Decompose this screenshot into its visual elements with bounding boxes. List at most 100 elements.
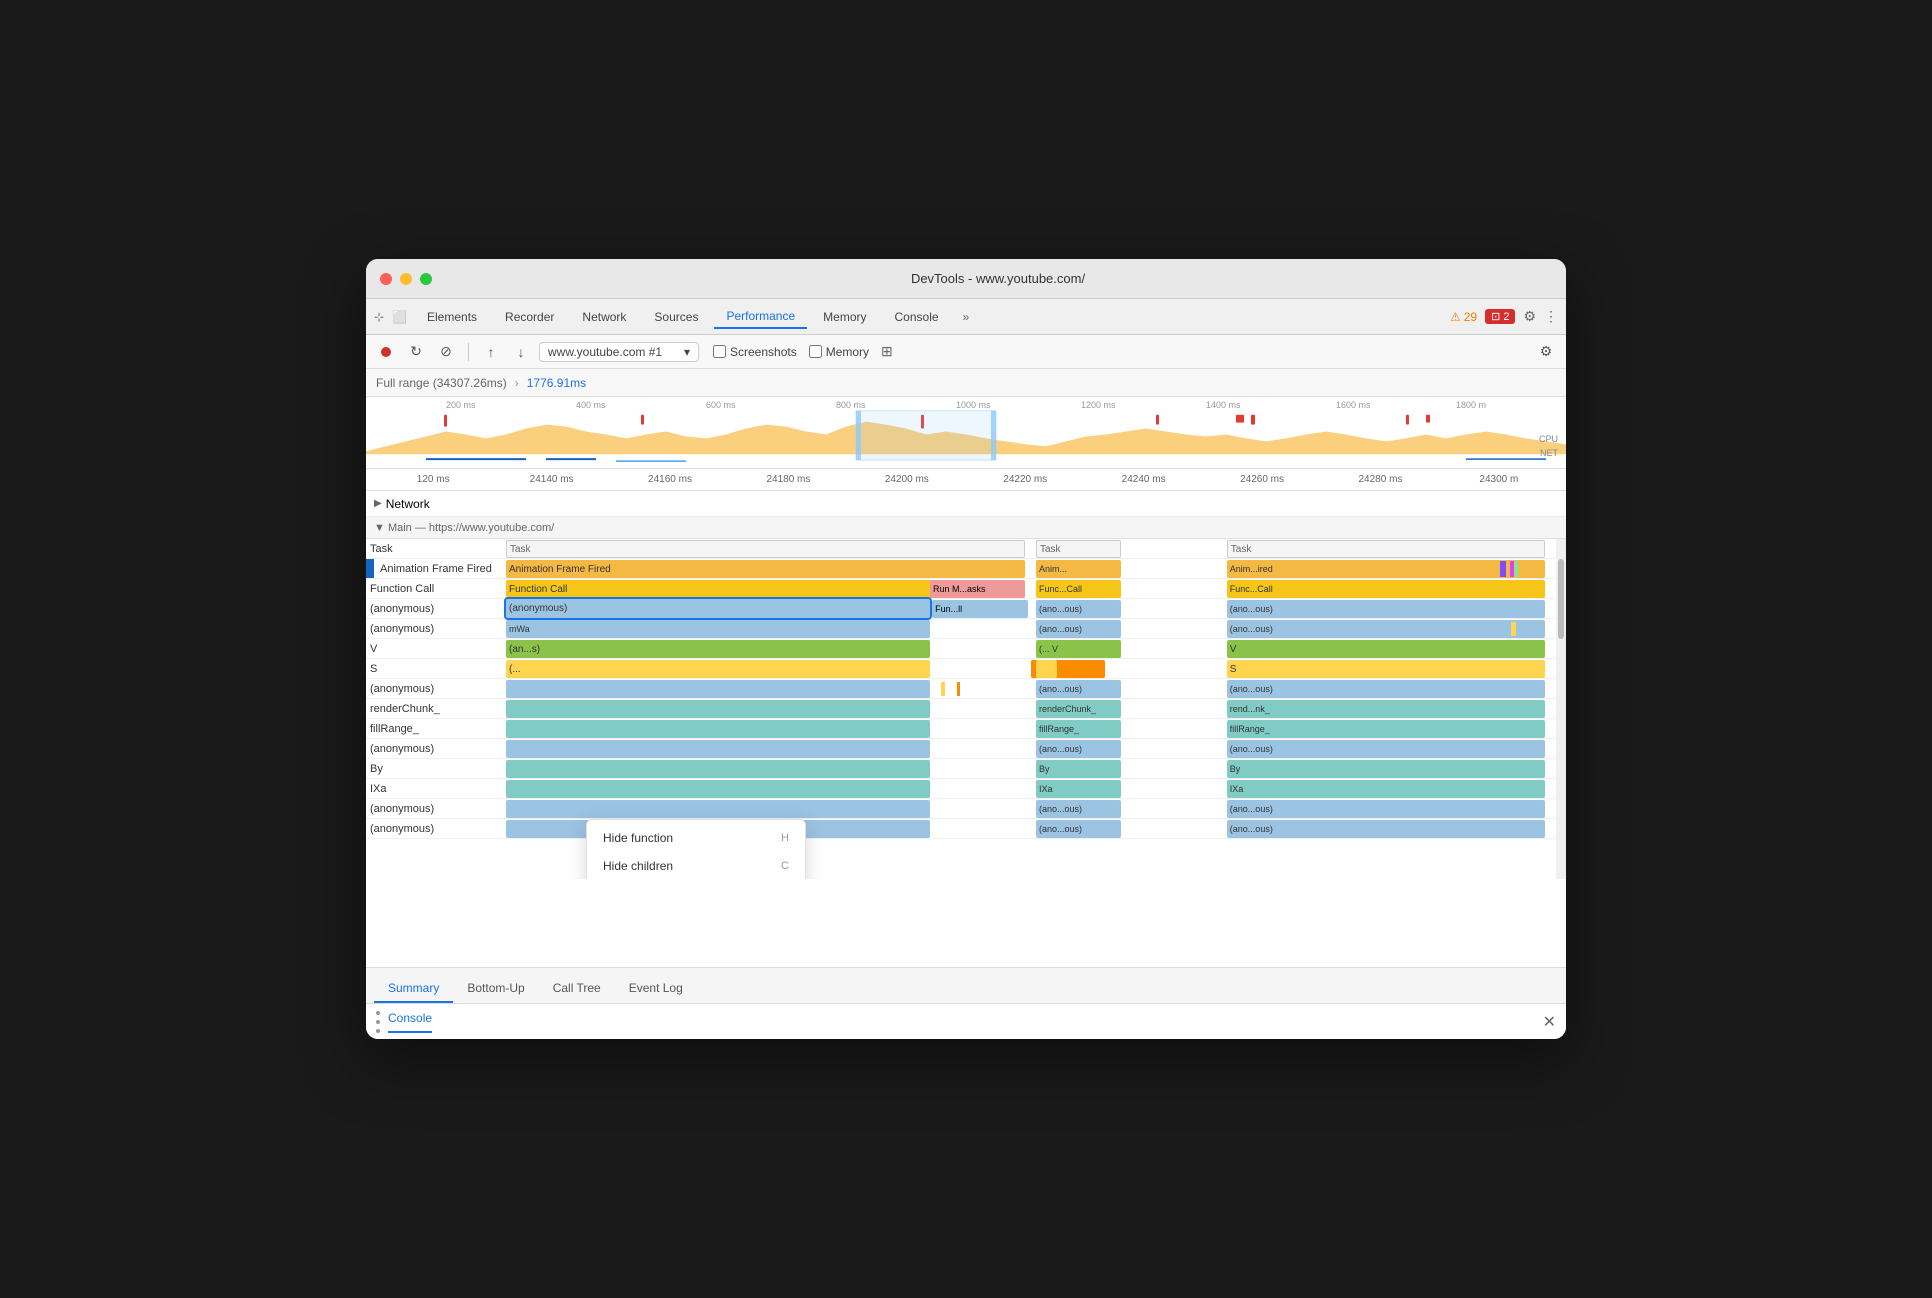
hide-children-label: Hide children — [603, 859, 673, 873]
error-count: 2 — [1503, 311, 1509, 323]
error-icon: ⊡ — [1491, 310, 1500, 323]
chevron-down-icon: ▾ — [684, 345, 690, 359]
ts-6: 24240 ms — [1084, 474, 1202, 485]
clear-button[interactable]: ⊘ — [434, 340, 458, 364]
url-selector[interactable]: www.youtube.com #1 ▾ — [539, 342, 699, 362]
flame-row-ixa[interactable]: IXa IXa IXa — [366, 779, 1566, 799]
more-tabs[interactable]: » — [955, 306, 978, 328]
tab-memory[interactable]: Memory — [811, 306, 878, 328]
capture-settings-icon[interactable]: ⊞ — [881, 343, 893, 360]
tab-network[interactable]: Network — [570, 306, 638, 328]
devtools-settings-icon[interactable]: ⚙ — [1534, 340, 1558, 364]
tab-console[interactable]: Console — [883, 306, 951, 328]
flame-main-label: ▼ Main — https://www.youtube.com/ — [374, 522, 554, 534]
selected-range-label: 1776.91ms — [527, 376, 586, 390]
memory-checkbox-label[interactable]: Memory — [809, 345, 869, 359]
network-label: Network — [386, 497, 430, 511]
tab-event-log[interactable]: Event Log — [615, 975, 697, 1003]
console-title[interactable]: Console — [388, 1011, 432, 1033]
warnings-area: ⚠ 29 ⊡ 2 ⚙ ⋮ — [1450, 308, 1558, 325]
drag-handle[interactable] — [376, 1010, 380, 1034]
flame-row-task[interactable]: Task Task Task Task — [366, 539, 1566, 559]
title-bar: DevTools - www.youtube.com/ — [366, 259, 1566, 299]
render-bars: renderChunk_ rend...nk_ — [506, 699, 1566, 718]
tab-performance[interactable]: Performance — [714, 305, 807, 329]
fill-bars: fillRange_ fillRange_ — [506, 719, 1566, 738]
maximize-button[interactable] — [420, 273, 432, 285]
timeline-overview[interactable]: 200 ms 400 ms 600 ms 800 ms 1000 ms 1200… — [366, 397, 1566, 469]
tab-bottom-up[interactable]: Bottom-Up — [453, 975, 538, 1003]
settings-icon[interactable]: ⚙ — [1523, 308, 1536, 325]
cursor-icon[interactable]: ⊹ — [374, 310, 384, 324]
tab-elements[interactable]: Elements — [415, 306, 489, 328]
flame-row-render[interactable]: renderChunk_ renderChunk_ rend...nk_ — [366, 699, 1566, 719]
close-button[interactable] — [380, 273, 392, 285]
flame-row-v[interactable]: V (an...s) (... V V — [366, 639, 1566, 659]
screenshots-checkbox-label[interactable]: Screenshots — [713, 345, 797, 359]
memory-checkbox[interactable] — [809, 345, 822, 358]
network-row[interactable]: ▶ Network — [366, 491, 1566, 517]
screenshots-checkbox[interactable] — [713, 345, 726, 358]
ts-4: 24200 ms — [848, 474, 966, 485]
download-button[interactable]: ↓ — [509, 340, 533, 364]
menu-hide-function[interactable]: Hide function H — [587, 824, 805, 852]
anon2-bars: mWa (ano...ous) (ano...ous) — [506, 619, 1566, 638]
function-bars: Function Call Func...Call Func...Call Ru… — [506, 579, 1566, 598]
checkbox-group: Screenshots Memory ⊞ — [713, 343, 893, 360]
scroll-thumb[interactable] — [1558, 559, 1564, 639]
svg-text:1200 ms: 1200 ms — [1081, 400, 1116, 410]
function-label: Function Call — [366, 583, 506, 595]
cpu-label: CPU — [1539, 434, 1558, 444]
tab-summary[interactable]: Summary — [374, 975, 453, 1003]
anon5-bars: (ano...ous) (ano...ous) — [506, 799, 1566, 818]
main-content: ▶ Network ▼ Main — https://www.youtube.c… — [366, 491, 1566, 967]
flame-row-anon-2[interactable]: (anonymous) mWa (ano...ous) (ano...ous) — [366, 619, 1566, 639]
s-label: S — [366, 663, 506, 675]
timestamp-row: 120 ms 24140 ms 24160 ms 24180 ms 24200 … — [366, 469, 1566, 491]
menu-hide-children[interactable]: Hide children C — [587, 852, 805, 879]
flame-row-anon-3[interactable]: (anonymous) (ano...ous) (ano...ous) — [366, 679, 1566, 699]
record-button[interactable] — [374, 340, 398, 364]
by-bars: By By — [506, 759, 1566, 778]
scroll-track[interactable] — [1556, 539, 1566, 879]
task-label: Task — [366, 543, 506, 555]
v-bars: (an...s) (... V V — [506, 639, 1566, 658]
hide-children-shortcut: C — [781, 860, 789, 872]
anon3-bars: (ano...ous) (ano...ous) — [506, 679, 1566, 698]
minimize-button[interactable] — [400, 273, 412, 285]
device-icon[interactable]: ⬜ — [392, 310, 407, 324]
ts-0: 120 ms — [374, 474, 492, 485]
svg-text:800 ms: 800 ms — [836, 400, 866, 410]
ts-3: 24180 ms — [729, 474, 847, 485]
tab-call-tree[interactable]: Call Tree — [539, 975, 615, 1003]
flame-row-anon-1[interactable]: (anonymous) (anonymous) Fun...ll (ano...… — [366, 599, 1566, 619]
more-options-icon[interactable]: ⋮ — [1544, 308, 1558, 325]
range-bar: Full range (34307.26ms) › 1776.91ms — [366, 369, 1566, 397]
tab-sources[interactable]: Sources — [642, 306, 710, 328]
svg-text:600 ms: 600 ms — [706, 400, 736, 410]
close-icon[interactable]: ✕ — [1543, 1012, 1556, 1032]
reload-button[interactable]: ↻ — [404, 340, 428, 364]
window-controls — [380, 273, 432, 285]
tab-recorder[interactable]: Recorder — [493, 306, 566, 328]
anon1-bars: (anonymous) Fun...ll (ano...ous) (ano...… — [506, 599, 1566, 618]
flame-row-anon-4[interactable]: (anonymous) (ano...ous) (ano...ous) — [366, 739, 1566, 759]
ts-2: 24160 ms — [611, 474, 729, 485]
fill-label: fillRange_ — [366, 723, 506, 735]
ixa-bars: IXa IXa — [506, 779, 1566, 798]
flame-row-function[interactable]: Function Call Function Call Func...Call … — [366, 579, 1566, 599]
anon3-label: (anonymous) — [366, 683, 506, 695]
flame-row-by[interactable]: By By By — [366, 759, 1566, 779]
flame-row-s[interactable]: S (... S — [366, 659, 1566, 679]
flame-row-anon-5[interactable]: (anonymous) (ano...ous) (ano...ous) — [366, 799, 1566, 819]
warning-count: 29 — [1464, 310, 1477, 324]
url-value: www.youtube.com #1 — [548, 345, 662, 359]
flame-row-animation[interactable]: Animation Frame Fired Animation Frame Fi… — [366, 559, 1566, 579]
svg-text:1400 ms: 1400 ms — [1206, 400, 1241, 410]
net-label: NET — [1540, 448, 1558, 458]
network-expand-arrow[interactable]: ▶ — [374, 498, 382, 509]
flame-row-anon-6[interactable]: (anonymous) (ano...ous) (ano...ous) — [366, 819, 1566, 839]
flame-row-fill[interactable]: fillRange_ fillRange_ fillRange_ — [366, 719, 1566, 739]
upload-button[interactable]: ↑ — [479, 340, 503, 364]
range-arrow: › — [515, 376, 519, 390]
